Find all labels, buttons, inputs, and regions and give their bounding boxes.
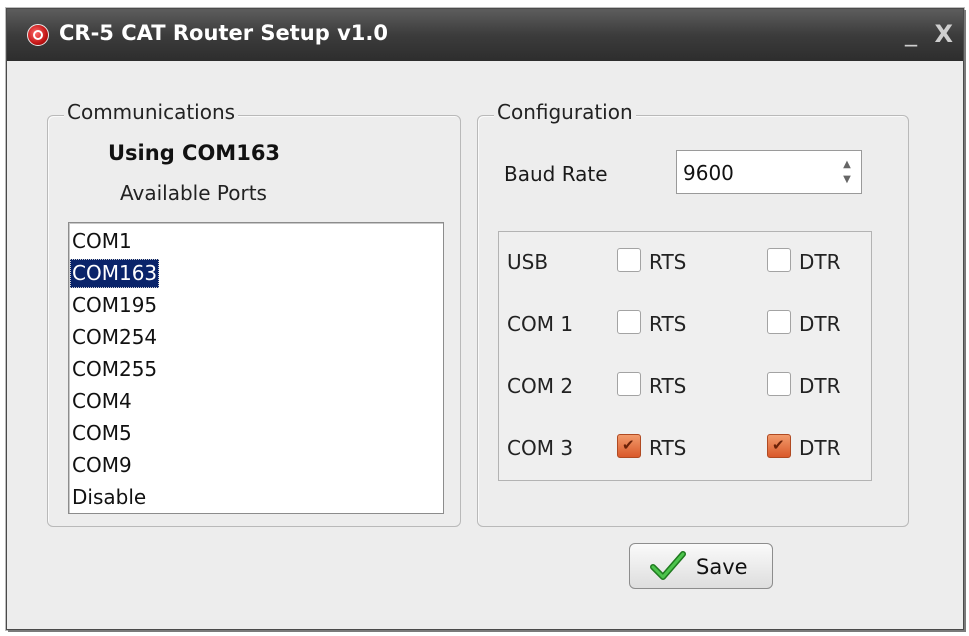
config-row-label: USB	[507, 250, 549, 274]
dtr-label[interactable]: DTR	[799, 250, 841, 274]
config-row: COM 2 RTS DTR	[499, 356, 871, 419]
config-row-label: COM 2	[507, 374, 574, 398]
save-button[interactable]: Save	[629, 543, 773, 589]
dtr-label[interactable]: DTR	[799, 312, 841, 336]
rts-checkbox[interactable]	[617, 372, 641, 396]
config-row: USB RTS DTR	[499, 232, 871, 295]
config-row: COM 1 RTS DTR	[499, 294, 871, 357]
port-list-item[interactable]: COM1	[70, 227, 134, 256]
spin-up-icon[interactable]: ▲	[837, 157, 857, 172]
port-list-item[interactable]: COM195	[70, 291, 159, 320]
configuration-legend: Configuration	[494, 100, 636, 124]
app-logo-icon	[27, 24, 49, 46]
rts-label[interactable]: RTS	[649, 436, 686, 460]
ports-listbox[interactable]: COM1 COM163 COM195 COM254 COM255 COM4 COM5 COM9…	[68, 222, 444, 514]
port-list-item[interactable]: COM163	[70, 259, 160, 288]
baud-rate-label: Baud Rate	[504, 162, 608, 186]
rts-label[interactable]: RTS	[649, 374, 686, 398]
config-row-label: COM 3	[507, 436, 574, 460]
rts-checkbox[interactable]	[617, 434, 641, 458]
baud-rate-spinbox[interactable]: 9600 ▲ ▼	[676, 150, 862, 194]
setup-window: CR-5 CAT Router Setup v1.0 _ X Communica…	[6, 8, 964, 630]
dtr-checkbox[interactable]	[767, 434, 791, 458]
handshake-table: USB RTS DTR COM 1 RTS DTR COM 2 RTS DTR COM 3 RTS D…	[498, 231, 872, 481]
save-button-label: Save	[696, 555, 748, 579]
close-button[interactable]: X	[934, 20, 953, 48]
port-list-item[interactable]: Disable	[70, 483, 148, 512]
minimize-button[interactable]: _	[905, 19, 917, 47]
available-ports-label: Available Ports	[120, 181, 267, 205]
window-title: CR-5 CAT Router Setup v1.0	[59, 21, 388, 45]
rts-label[interactable]: RTS	[649, 312, 686, 336]
dtr-label[interactable]: DTR	[799, 374, 841, 398]
check-icon	[650, 551, 686, 580]
port-list-item[interactable]: COM254	[70, 323, 159, 352]
port-list-item[interactable]: COM4	[70, 387, 134, 416]
rts-checkbox[interactable]	[617, 310, 641, 334]
rts-checkbox[interactable]	[617, 248, 641, 272]
config-row: COM 3 RTS DTR	[499, 418, 871, 480]
port-list-item[interactable]: COM9	[70, 451, 134, 480]
dtr-checkbox[interactable]	[767, 310, 791, 334]
dtr-label[interactable]: DTR	[799, 436, 841, 460]
configuration-group: Configuration Baud Rate 9600 ▲ ▼ USB RTS D…	[477, 100, 909, 527]
port-list-item[interactable]: COM5	[70, 419, 134, 448]
config-row-label: COM 1	[507, 312, 574, 336]
title-bar[interactable]: CR-5 CAT Router Setup v1.0 _ X	[7, 9, 963, 61]
port-list-item[interactable]: COM255	[70, 355, 159, 384]
communications-group: Communications Using COM163 Available Po…	[47, 100, 461, 527]
baud-rate-value[interactable]: 9600	[683, 161, 734, 185]
rts-label[interactable]: RTS	[649, 250, 686, 274]
dtr-checkbox[interactable]	[767, 372, 791, 396]
communications-legend: Communications	[64, 100, 239, 124]
dtr-checkbox[interactable]	[767, 248, 791, 272]
using-port-label: Using COM163	[108, 141, 281, 165]
spin-down-icon[interactable]: ▼	[837, 172, 857, 187]
spin-buttons: ▲ ▼	[837, 157, 857, 187]
